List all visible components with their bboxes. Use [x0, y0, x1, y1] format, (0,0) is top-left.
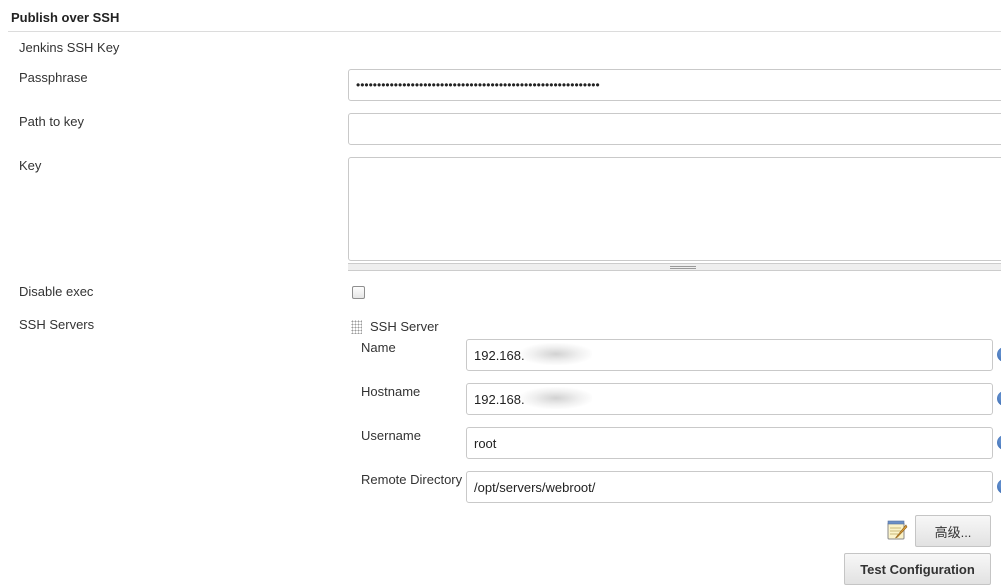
ssh-server-header: SSH Server: [370, 319, 439, 334]
advanced-button[interactable]: 高级...: [915, 515, 991, 547]
key-label: Key: [19, 158, 42, 173]
drag-handle-icon[interactable]: [351, 320, 362, 334]
server-name-label: Name: [361, 340, 396, 355]
hostname-field-wrap: [466, 383, 993, 415]
server-name-field-wrap: [466, 339, 993, 371]
remote-directory-input[interactable]: [466, 471, 993, 503]
passphrase-label: Passphrase: [19, 70, 88, 85]
jenkins-ssh-key-heading: Jenkins SSH Key: [19, 40, 120, 55]
textarea-resize-handle[interactable]: [348, 263, 1001, 271]
hostname-label: Hostname: [361, 384, 421, 399]
key-textarea[interactable]: [348, 157, 1001, 261]
path-to-key-input[interactable]: [348, 113, 1001, 145]
redaction-blur: [520, 343, 592, 365]
test-configuration-button[interactable]: Test Configuration: [844, 553, 991, 585]
help-icon[interactable]: [997, 435, 1001, 450]
section-title: Publish over SSH: [11, 10, 120, 25]
notepad-icon[interactable]: [886, 519, 908, 541]
help-icon[interactable]: [997, 347, 1001, 362]
disable-exec-label: Disable exec: [19, 284, 94, 299]
section-divider: [8, 31, 1001, 32]
redaction-blur: [520, 387, 592, 409]
passphrase-input[interactable]: [348, 69, 1001, 101]
help-icon[interactable]: [997, 479, 1001, 494]
path-to-key-label: Path to key: [19, 114, 85, 129]
username-label: Username: [361, 428, 421, 443]
ssh-servers-label: SSH Servers: [19, 317, 95, 332]
username-input[interactable]: [466, 427, 993, 459]
remote-directory-label: Remote Directory: [361, 472, 463, 487]
disable-exec-checkbox[interactable]: [352, 286, 365, 299]
resize-grip-icon: [670, 266, 696, 269]
help-icon[interactable]: [997, 391, 1001, 406]
